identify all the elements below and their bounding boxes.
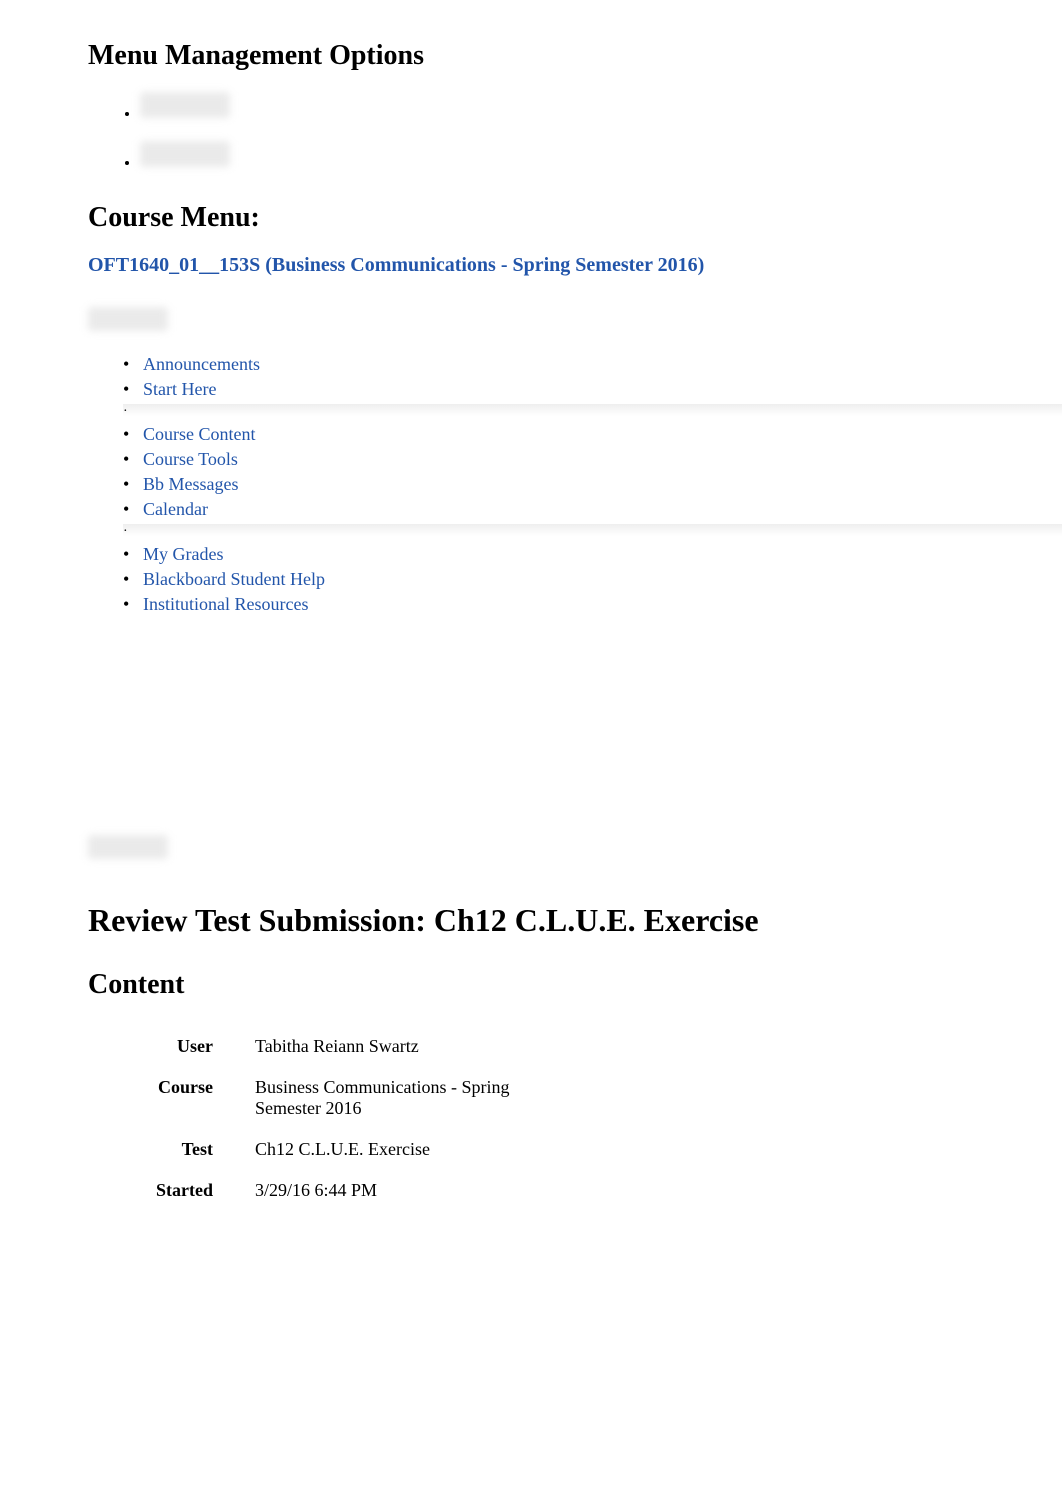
course-menu-list: Announcements Start Here Course Content …: [123, 354, 974, 615]
menu-item-institutional-resources: Institutional Resources: [123, 594, 974, 615]
started-label: Started: [133, 1170, 243, 1211]
menu-item-bb-messages: Bb Messages: [123, 474, 974, 495]
menu-item-announcements: Announcements: [123, 354, 974, 375]
blackboard-help-link[interactable]: Blackboard Student Help: [143, 569, 325, 589]
submission-info-table: User Tabitha Reiann Swartz Course Busine…: [133, 1026, 583, 1211]
table-row: User Tabitha Reiann Swartz: [133, 1026, 583, 1067]
table-row: Test Ch12 C.L.U.E. Exercise: [133, 1129, 583, 1170]
institutional-resources-link[interactable]: Institutional Resources: [143, 594, 308, 614]
menu-item-course-content: Course Content: [123, 424, 974, 445]
test-label: Test: [133, 1129, 243, 1170]
bb-messages-link[interactable]: Bb Messages: [143, 474, 239, 494]
page-title: Review Test Submission: Ch12 C.L.U.E. Ex…: [88, 902, 974, 939]
course-value: Business Communications - Spring Semeste…: [243, 1067, 583, 1129]
menu-option-item: [140, 92, 974, 123]
divider: [123, 404, 1062, 416]
blurred-option[interactable]: [140, 141, 230, 167]
course-tools-link[interactable]: Course Tools: [143, 449, 238, 469]
user-label: User: [133, 1026, 243, 1067]
started-value: 3/29/16 6:44 PM: [243, 1170, 583, 1211]
spacer: [88, 645, 974, 825]
blurred-option[interactable]: [140, 92, 230, 118]
blurred-button[interactable]: [88, 307, 168, 331]
content-section: Content User Tabitha Reiann Swartz Cours…: [88, 969, 974, 1211]
blurred-button[interactable]: [88, 835, 168, 859]
course-label: Course: [133, 1067, 243, 1129]
course-title-link[interactable]: OFT1640_01__153S (Business Communication…: [88, 254, 974, 277]
my-grades-link[interactable]: My Grades: [143, 544, 223, 564]
divider: [123, 524, 1062, 536]
menu-option-item: [140, 141, 974, 172]
menu-item-course-tools: Course Tools: [123, 449, 974, 470]
menu-management-heading: Menu Management Options: [88, 40, 974, 72]
announcements-link[interactable]: Announcements: [143, 354, 260, 374]
content-heading: Content: [88, 969, 974, 1001]
start-here-link[interactable]: Start Here: [143, 379, 216, 399]
menu-item-calendar: Calendar: [123, 499, 974, 520]
menu-divider: [123, 524, 974, 536]
calendar-link[interactable]: Calendar: [143, 499, 208, 519]
table-row: Course Business Communications - Spring …: [133, 1067, 583, 1129]
menu-item-blackboard-help: Blackboard Student Help: [123, 569, 974, 590]
course-content-link[interactable]: Course Content: [143, 424, 256, 444]
course-menu-heading: Course Menu:: [88, 202, 974, 234]
menu-divider: [123, 404, 974, 416]
menu-item-start-here: Start Here: [123, 379, 974, 400]
menu-item-my-grades: My Grades: [123, 544, 974, 565]
user-value: Tabitha Reiann Swartz: [243, 1026, 583, 1067]
menu-management-options: [140, 92, 974, 172]
course-link[interactable]: OFT1640_01__153S (Business Communication…: [88, 254, 704, 276]
test-value: Ch12 C.L.U.E. Exercise: [243, 1129, 583, 1170]
table-row: Started 3/29/16 6:44 PM: [133, 1170, 583, 1211]
